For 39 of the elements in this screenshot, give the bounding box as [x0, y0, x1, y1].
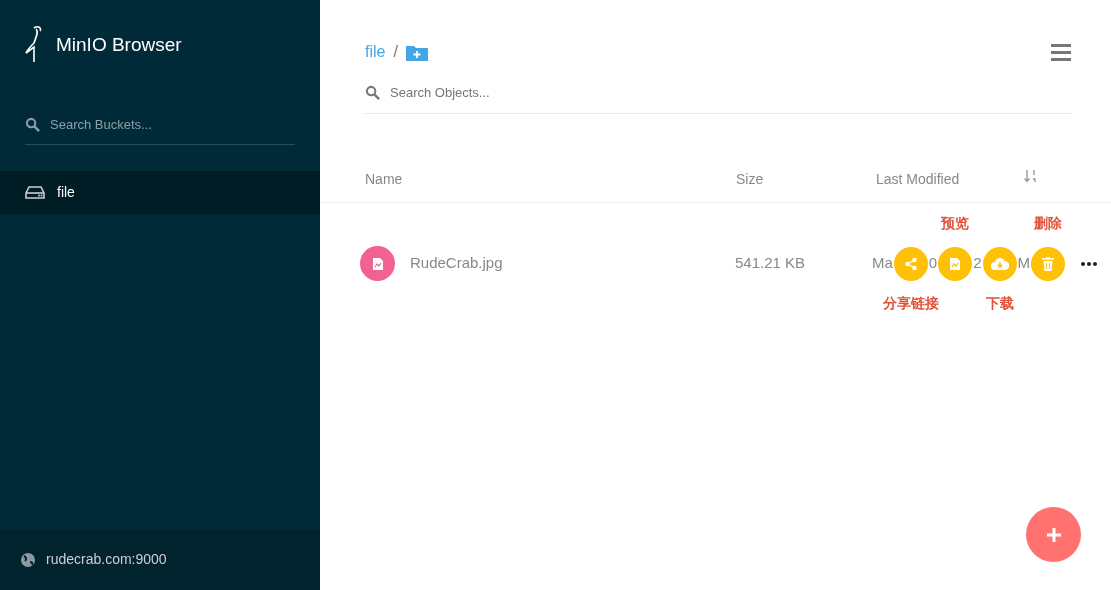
- column-header[interactable]: Name: [365, 168, 736, 190]
- trash-icon: [1042, 256, 1055, 271]
- new-folder-icon[interactable]: [405, 43, 428, 61]
- delete-button[interactable]: [1031, 246, 1066, 281]
- file-size: 541.21 KB: [734, 253, 807, 274]
- date-text-fragment: M: [1016, 253, 1032, 274]
- host-address: rudecrab.com:9000: [46, 550, 167, 569]
- sort-icon[interactable]: [1024, 168, 1038, 183]
- bucket-search-field[interactable]: Search Buckets...: [48, 114, 288, 136]
- date-text-fragment: Ma: [871, 253, 894, 274]
- cloud-download-icon: [990, 257, 1009, 270]
- app-title: MinIO Browser: [56, 32, 182, 57]
- plus-icon: [1045, 526, 1062, 543]
- more-icon[interactable]: [1081, 261, 1098, 266]
- add-button[interactable]: [1026, 507, 1081, 562]
- share-button[interactable]: [893, 246, 928, 281]
- download-button[interactable]: [982, 246, 1017, 281]
- annotation-label: 删除: [1034, 213, 1063, 233]
- annotation-label: 预览: [941, 213, 970, 233]
- share-icon: [903, 256, 918, 271]
- search-icon: [365, 85, 380, 101]
- date-text-fragment: 0: [927, 253, 939, 274]
- image-file-icon: [360, 246, 395, 281]
- date-text-fragment: 2: [972, 253, 983, 274]
- annotation-label: 分享链接: [882, 293, 939, 313]
- drive-icon: [25, 185, 45, 199]
- path-separator: /: [393, 42, 398, 62]
- search-icon: [25, 117, 40, 133]
- preview-button[interactable]: [938, 246, 973, 281]
- image-file-icon: [949, 256, 962, 271]
- globe-icon: [20, 551, 36, 568]
- annotation-label: 下载: [985, 293, 1014, 313]
- file-name[interactable]: RudeCrab.jpg: [410, 252, 503, 275]
- menu-icon[interactable]: [1051, 43, 1071, 61]
- bucket-item[interactable]: file: [0, 170, 320, 214]
- column-header[interactable]: Size: [736, 168, 876, 190]
- column-header[interactable]: Last Modified: [876, 168, 1024, 190]
- bird-logo-icon: [24, 25, 44, 65]
- bucket-link[interactable]: file: [365, 40, 386, 64]
